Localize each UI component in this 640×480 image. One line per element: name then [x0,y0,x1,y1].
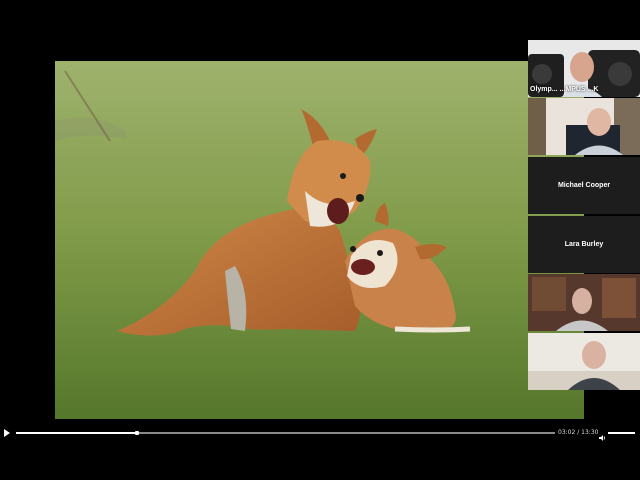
participant-video-2 [528,98,640,155]
participant-tile-4[interactable]: Lara Burley [528,216,640,273]
participant-tile-1[interactable]: Olymp... ...MPUS ...K [528,40,640,97]
volume-icon[interactable] [598,429,606,447]
shared-screen-photo [55,61,584,419]
participant-video-6 [528,333,640,390]
progress-thumb[interactable] [135,431,140,435]
progress-track[interactable] [16,431,555,435]
participant-tile-2[interactable] [528,98,640,155]
participant-video-5 [528,274,640,331]
participant-name: Lara Burley [564,241,604,248]
duration: 13:30 [581,429,599,436]
playback-controls: 03:02 / 13:30 [0,427,640,441]
play-icon[interactable] [4,429,10,437]
time-display: 03:02 / 13:30 [558,429,598,436]
participant-tile-6[interactable] [528,333,640,390]
participant-tile-3[interactable]: Michael Cooper [528,157,640,214]
fox-cubs-photo [55,61,584,419]
participant-tile-5[interactable] [528,274,640,331]
played-bar [16,432,138,434]
participant-overlay-text: Olymp... ...MPUS ...K [530,86,599,93]
volume-track[interactable] [608,432,635,434]
participant-name: Michael Cooper [557,182,611,189]
current-time: 03:02 [558,429,576,436]
